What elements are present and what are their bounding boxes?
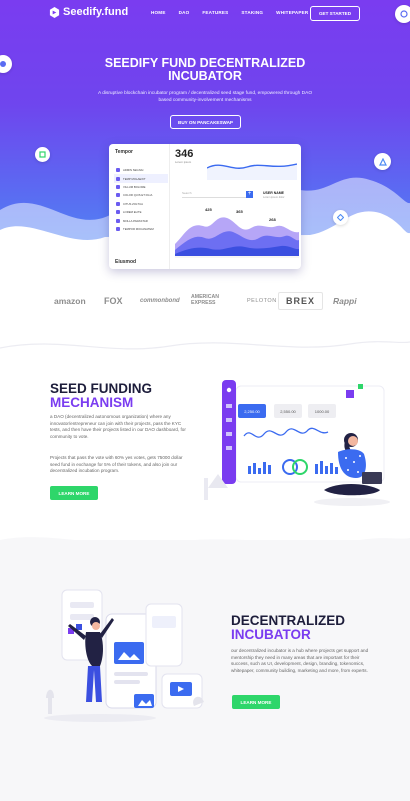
- seedify-leaf-icon: [0, 61, 6, 67]
- incubator-title-line2: INCUBATOR: [231, 627, 311, 642]
- nav-home[interactable]: HOME: [151, 10, 166, 15]
- nav-dao[interactable]: DAO: [179, 10, 190, 15]
- brand-name: Seedify.fund: [63, 6, 129, 18]
- logo-brex: BREX: [278, 292, 324, 310]
- dashboard-mockup: Tempor ADMIN SEGNAI TEMP MOLAEXIT VILLUM…: [109, 144, 301, 269]
- dashboard-user-name: USER NAME: [263, 191, 285, 195]
- funding-paragraph-2: Projects that pass the vote with 60% yes…: [50, 455, 183, 473]
- float-badge-top-right: [395, 5, 410, 23]
- incubator-paragraph: our decentralized incubator is a hub whe…: [231, 648, 369, 673]
- incubator-learn-more-button[interactable]: LEARN MORE: [232, 695, 280, 709]
- dashboard-stat: 346: [175, 148, 194, 160]
- logo-fox: FOX: [104, 296, 123, 306]
- funding-title-line1: SEED FUNDING: [50, 381, 153, 396]
- dashboard-menu-item: COLOR QUIS ET FILIA: [114, 191, 168, 199]
- circle-token-icon: [400, 10, 408, 18]
- logo-commonbond: commonbond: [140, 298, 180, 304]
- logo-rappi: Rappi: [333, 296, 357, 306]
- dashboard-user-sub: Lorem ipsum dolor: [263, 196, 285, 199]
- funding-title: SEED FUNDING MECHANISM: [50, 382, 152, 410]
- incubator-title-line1: DECENTRALIZED: [231, 613, 345, 628]
- logo-peloton: PELOTON: [247, 298, 277, 304]
- float-badge-triangle: [374, 153, 391, 170]
- triangle-token-icon: [378, 157, 387, 166]
- menu-item-icon: [116, 226, 120, 231]
- funding-paragraph-1: a DAO (decentralized autonomous organiza…: [50, 414, 186, 439]
- dashboard-sidebar: Tempor ADMIN SEGNAI TEMP MOLAEXIT VILLUM…: [109, 144, 170, 269]
- incubator-title: DECENTRALIZED INCUBATOR: [231, 614, 345, 642]
- funding-illustration: 2,250.00 2,550.00 1000.00: [204, 380, 390, 506]
- menu-item-icon: [116, 210, 120, 215]
- buy-pancakeswap-button[interactable]: BUY ON PANCAKESWAP: [170, 115, 241, 129]
- nav-staking[interactable]: STAKING: [241, 10, 263, 15]
- logo-amazon: amazon: [54, 296, 86, 306]
- menu-item-icon: [116, 176, 120, 181]
- funding-learn-more-button[interactable]: LEARN MORE: [50, 486, 98, 500]
- float-badge-square: [35, 147, 50, 162]
- dashboard-footer-label: Eiusmod: [115, 259, 137, 265]
- dashboard-search-input[interactable]: Search: [182, 191, 247, 198]
- dashboard-area-chart: [175, 217, 299, 258]
- brand-logo[interactable]: Seedify.fund: [49, 6, 128, 18]
- dashboard-stat-label: Lorem ipsum: [175, 160, 192, 164]
- funding-title-line2: MECHANISM: [50, 395, 134, 410]
- nav-links: HOME DAO FEATURES STAKING WHITEPAPER: [151, 10, 321, 15]
- square-token-icon: [39, 151, 46, 158]
- card-value-2: 2,550.00: [280, 409, 296, 414]
- logo-amex: AMERICAN EXPRESS: [191, 294, 219, 306]
- diamond-token-icon: [337, 214, 344, 221]
- dashboard-add-button[interactable]: +: [246, 191, 253, 198]
- menu-item-icon: [116, 201, 120, 206]
- dashboard-menu-item: TEMPOR MOCANATEM: [114, 225, 168, 233]
- incubator-wave-top: [0, 537, 410, 554]
- top-nav: Seedify.fund HOME DAO FEATURES STAKING W…: [0, 6, 410, 22]
- menu-item-icon: [116, 218, 120, 223]
- hero-title: SEEDIFY FUND DECENTRALIZED INCUBATOR: [104, 56, 306, 83]
- nav-features[interactable]: FEATURES: [202, 10, 228, 15]
- dashboard-menu-item: TEMP MOLAEXIT: [114, 174, 168, 183]
- dashboard-menu: ADMIN SEGNAI TEMP MOLAEXIT VILLUM BOLORE…: [114, 166, 168, 233]
- float-badge-diamond: [333, 210, 348, 225]
- nav-whitepaper[interactable]: WHITEPAPER: [276, 10, 308, 15]
- seedify-logo-icon: [49, 6, 60, 18]
- hero-subtitle: A disruptive blockchain incubator progra…: [97, 91, 313, 103]
- dashboard-brand: Tempor: [115, 149, 133, 155]
- menu-item-icon: [116, 168, 120, 173]
- dashboard-menu-item: VILLUM BOLORE: [114, 183, 168, 191]
- dashboard-menu-item: LOREM ELITE: [114, 208, 168, 216]
- float-badge-left: [0, 55, 12, 73]
- menu-item-icon: [116, 184, 120, 189]
- dashboard-menu-item: MOLLA PARASTAR: [114, 216, 168, 224]
- menu-item-icon: [116, 193, 120, 198]
- dashboard-top-line-chart: [207, 163, 297, 180]
- dashboard-menu-item: CITUS ZOLTUA: [114, 200, 168, 208]
- card-value-3: 1000.00: [315, 409, 330, 414]
- get-started-button[interactable]: GET STARTED: [310, 6, 360, 21]
- dashboard-menu-item: ADMIN SEGNAI: [114, 166, 168, 174]
- section-divider: [0, 341, 410, 350]
- partner-logos: amazon FOX commonbond AMERICAN EXPRESS P…: [0, 292, 410, 312]
- card-value-1: 2,250.00: [244, 409, 260, 414]
- incubator-illustration: [44, 589, 204, 722]
